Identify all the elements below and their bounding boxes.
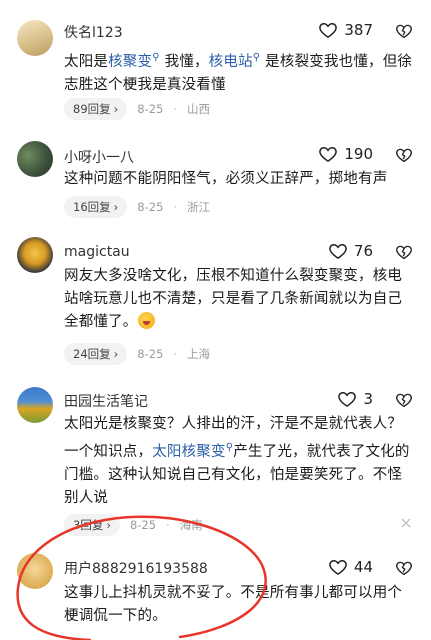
chevron-right-icon: › [106,518,111,532]
comment-date: 8-25 [137,102,164,116]
broken-heart-icon[interactable] [395,146,413,164]
like-count: 76 [353,242,373,260]
like-button[interactable]: 76 [328,241,373,261]
comment-text: 这事儿上抖机灵就不妥了。不是所有事儿都可以用个梗调侃一下的。 [64,585,403,624]
heart-outline-icon [329,559,347,575]
comment-date: 8-25 [137,347,164,361]
username[interactable]: magictau [64,244,130,260]
comment-date: 8-25 [129,518,157,532]
comment-meta: 89回复 › 8-25 · 山西 [64,98,210,120]
comment-text: 这种问题不能阴阳怪气，必须义正辞严，掷地有声 [64,171,388,187]
search-icon: ⚲ [252,52,261,63]
search-link[interactable]: 核电站 [209,54,253,70]
heart-outline-icon [319,22,338,38]
replies-button[interactable]: 89回复 › [64,98,128,120]
comment-meta: 3回复 › 8-25 · 海南 [64,514,203,536]
comment-meta: 16回复 › 8-25 · 浙江 [64,196,210,218]
search-link[interactable]: 核聚变 [108,54,152,70]
broken-heart-icon[interactable] [395,243,413,261]
avatar[interactable] [17,387,53,423]
comment-text: 太阳是核聚变⚲ 我懂，核电站⚲ 是核裂变我也懂，但徐志胜这个梗我是真没看懂 [64,52,413,93]
comment-text: 太阳光是核聚变？人排出的汗，汗是不是就代表人？一个知识点，太阳核聚变⚲产生了光，… [64,416,410,506]
comment-location: 海南 [179,518,203,532]
username[interactable]: 田园生活笔记 [64,391,148,411]
like-count: 44 [353,558,373,576]
like-button[interactable]: 3 [337,389,373,409]
broken-heart-icon[interactable] [395,559,413,577]
like-button[interactable]: 387 [318,20,373,40]
replies-button[interactable]: 24回复 › [64,343,128,365]
like-button[interactable]: 190 [318,144,373,164]
broken-heart-icon[interactable] [399,516,413,530]
like-count: 387 [344,21,373,39]
broken-heart-icon[interactable] [395,22,413,40]
comment-text: 网友大多没啥文化，压根不知道什么裂变聚变，核电站啥玩意儿也不清楚，只是看了几条新… [64,268,403,330]
avatar[interactable] [17,141,53,177]
comment-meta: 24回复 › 8-25 · 上海 [64,343,210,365]
chevron-right-icon: › [113,347,119,361]
replies-button[interactable]: 16回复 › [64,196,128,218]
chevron-right-icon: › [113,200,119,214]
comment-location: 浙江 [187,200,211,214]
like-count: 190 [344,145,373,163]
username[interactable]: 小呀小一八 [64,147,134,167]
laughing-emoji-icon [137,312,155,329]
avatar[interactable] [17,553,53,589]
comment-location: 上海 [187,347,211,361]
like-count: 3 [363,390,373,408]
replies-button[interactable]: 3回复 › [64,514,120,536]
avatar[interactable] [17,237,53,273]
heart-outline-icon [329,243,347,259]
chevron-right-icon: › [113,102,119,116]
heart-outline-icon [319,146,338,162]
broken-heart-icon[interactable] [395,391,413,409]
username[interactable]: 佚名l123 [64,22,123,42]
comment-location: 山西 [187,102,211,116]
like-button[interactable]: 44 [328,557,373,577]
avatar[interactable] [17,20,53,56]
comment-date: 8-25 [137,200,164,214]
heart-outline-icon [338,391,357,407]
username[interactable]: 用户8882916193588 [64,558,208,578]
search-link[interactable]: 太阳核聚变 [152,444,226,460]
search-icon: ⚲ [152,52,160,63]
